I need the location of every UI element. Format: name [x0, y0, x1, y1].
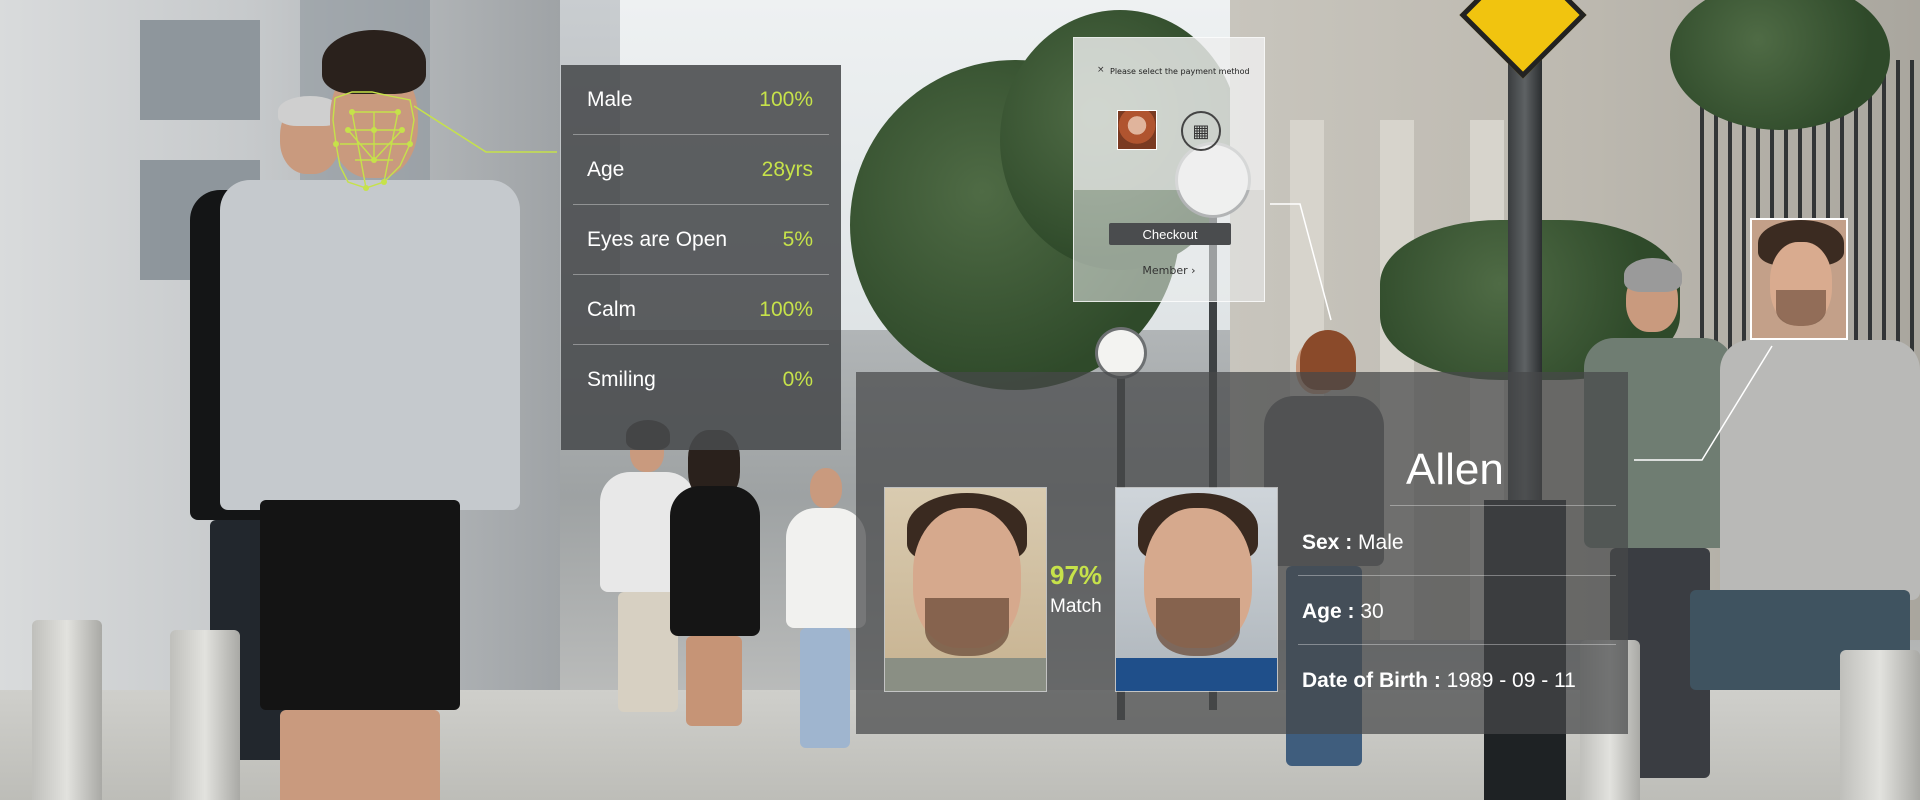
- attr-value: 28yrs: [761, 157, 813, 181]
- member-label: Member: [1142, 264, 1188, 277]
- attr-value: 5%: [782, 227, 813, 251]
- identity-key: Date of Birth :: [1302, 669, 1441, 692]
- bollard: [170, 630, 240, 800]
- street-lamp: [1098, 330, 1144, 376]
- face-target-box: [1750, 218, 1848, 340]
- checkout-button[interactable]: Checkout: [1109, 223, 1231, 245]
- attr-row-smiling: Smiling 0%: [573, 345, 829, 415]
- identity-name: Allen: [1406, 445, 1504, 494]
- attr-label: Age: [587, 157, 625, 181]
- bollard: [1840, 650, 1920, 800]
- attr-row-calm: Calm 100%: [573, 275, 829, 345]
- attr-row-eyes-open: Eyes are Open 5%: [573, 205, 829, 275]
- divider: [1390, 505, 1616, 506]
- attr-label: Eyes are Open: [587, 227, 728, 251]
- close-icon[interactable]: ×: [1097, 65, 1105, 75]
- payment-header-area: [1074, 38, 1264, 190]
- attr-row-male: Male 100%: [573, 65, 829, 135]
- attr-label: Calm: [587, 297, 637, 321]
- bollard: [32, 620, 102, 800]
- attr-value: 100%: [759, 87, 813, 111]
- attribute-panel: Male 100% Age 28yrs Eyes are Open 5% Cal…: [561, 65, 841, 450]
- face-card-captured: [1115, 487, 1278, 692]
- user-avatar[interactable]: [1117, 110, 1157, 150]
- member-link[interactable]: Member ›: [1074, 264, 1264, 277]
- identity-value: 1989 - 09 - 11: [1440, 669, 1576, 692]
- match-percent: 97%: [1050, 560, 1103, 590]
- identity-key: Age :: [1302, 599, 1355, 623]
- chevron-right-icon: ›: [1191, 264, 1196, 277]
- payment-message: Please select the payment method: [1110, 67, 1250, 76]
- identity-row-dob: Date of Birth : 1989 - 09 - 11: [1298, 648, 1616, 714]
- attr-value: 0%: [782, 368, 813, 391]
- street-scene: Male 100% Age 28yrs Eyes are Open 5% Cal…: [0, 0, 1920, 800]
- match-label: Match: [1050, 596, 1102, 617]
- identity-value: Male: [1352, 530, 1404, 554]
- qr-code-icon[interactable]: ▦: [1181, 111, 1221, 151]
- attr-value: 100%: [759, 297, 813, 321]
- identity-row-sex: Sex : Male: [1298, 510, 1616, 576]
- face-card-reference: [884, 487, 1047, 692]
- attr-label: Smiling: [587, 368, 656, 391]
- attr-row-age: Age 28yrs: [573, 135, 829, 205]
- identity-value: 30: [1354, 599, 1384, 623]
- identity-row-age: Age : 30: [1298, 579, 1616, 645]
- attr-label: Male: [587, 87, 633, 111]
- payment-panel: × Please select the payment method ▦ Che…: [1073, 37, 1265, 302]
- identity-key: Sex :: [1302, 530, 1353, 554]
